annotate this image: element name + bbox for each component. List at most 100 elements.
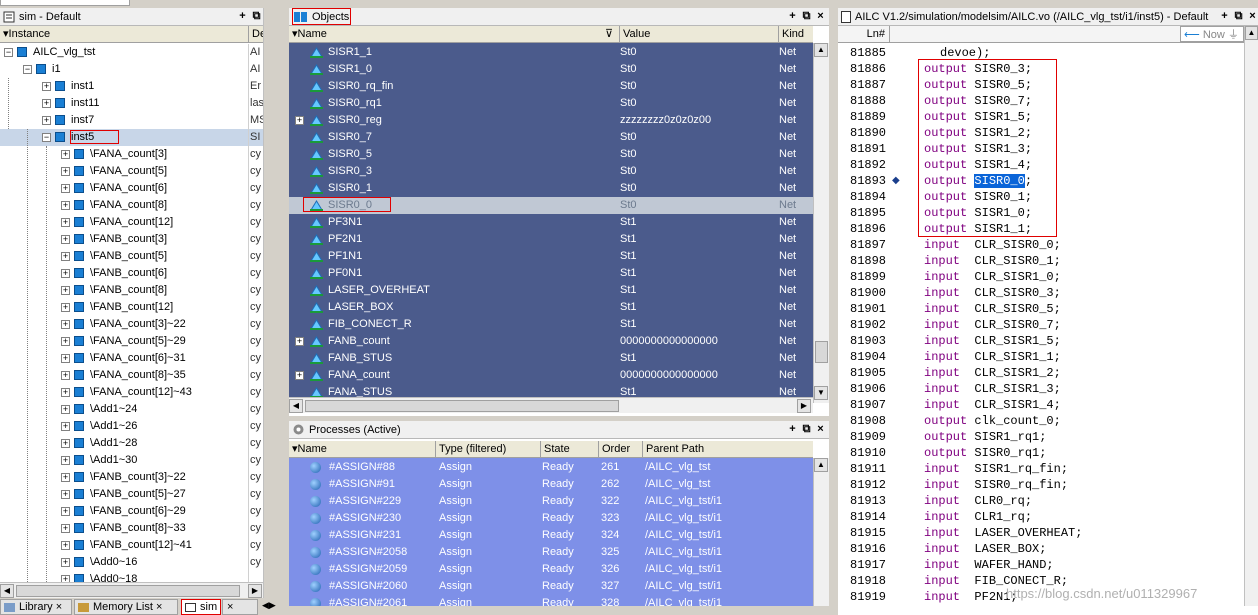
tree-row[interactable]: + inst7 MS	[0, 112, 263, 129]
tree-row[interactable]: + \Add1~30 cy	[0, 452, 263, 469]
tab-memory-list[interactable]: Memory List ×	[74, 599, 178, 615]
pane-add-icon[interactable]: +	[236, 10, 249, 23]
expand-icon[interactable]: +	[61, 150, 70, 159]
expand-icon[interactable]: +	[42, 82, 51, 91]
tree-row[interactable]: + \Add1~26 cy	[0, 418, 263, 435]
object-row[interactable]: SISR0_rq1 St0 Net	[289, 95, 813, 112]
col-instance[interactable]: ▾Instance	[0, 26, 249, 42]
expand-icon[interactable]: +	[61, 235, 70, 244]
expand-icon[interactable]: +	[295, 337, 304, 346]
expand-icon[interactable]: +	[61, 303, 70, 312]
tree-row[interactable]: + \FANB_count[5] cy	[0, 248, 263, 265]
tree-row[interactable]: + inst1 Er	[0, 78, 263, 95]
objects-vscroll[interactable]: ▲ ▼	[813, 43, 829, 403]
tree-row[interactable]: + \FANB_count[6]~29 cy	[0, 503, 263, 520]
expand-icon[interactable]: +	[61, 320, 70, 329]
sim-hscroll[interactable]: ◀ ▶	[0, 582, 263, 598]
selected-identifier[interactable]: SISR0_0	[974, 174, 1025, 188]
tree-row[interactable]: + \FANA_count[6]~31 cy	[0, 350, 263, 367]
object-row[interactable]: LASER_BOX St1 Net	[289, 299, 813, 316]
tab-sim[interactable]: sim	[181, 599, 221, 615]
pane-undock-icon[interactable]: ⧉	[1232, 10, 1245, 23]
expand-icon[interactable]: +	[61, 439, 70, 448]
scroll-thumb[interactable]	[305, 400, 619, 412]
processes-vscroll[interactable]: ▲	[813, 458, 829, 606]
pane-add-icon[interactable]: +	[786, 423, 799, 436]
expand-icon[interactable]: +	[61, 184, 70, 193]
tree-row[interactable]: + \Add0~16 cy	[0, 554, 263, 571]
scroll-up-icon[interactable]: ▲	[814, 458, 828, 472]
object-row[interactable]: PF0N1 St1 Net	[289, 265, 813, 282]
tree-row[interactable]: + \FANA_count[12]~43 cy	[0, 384, 263, 401]
tree-row[interactable]: + \FANB_count[12] cy	[0, 299, 263, 316]
pane-undock-icon[interactable]: ⧉	[800, 423, 813, 436]
scroll-right-icon[interactable]: ▶	[248, 584, 262, 598]
expand-icon[interactable]: +	[295, 116, 304, 125]
scroll-left-icon[interactable]: ◀	[289, 399, 303, 413]
scroll-thumb[interactable]	[16, 585, 240, 597]
now-control[interactable]: ⟵ Now ⏚	[1180, 26, 1244, 42]
expand-icon[interactable]: +	[61, 201, 70, 210]
pane-undock-icon[interactable]: ⧉	[800, 10, 813, 23]
now-step-icon[interactable]: ⏚	[1228, 29, 1239, 41]
tree-row[interactable]: − inst5 SI	[0, 129, 263, 146]
objects-hscroll[interactable]: ◀ ▶	[289, 397, 813, 413]
expand-icon[interactable]: +	[61, 286, 70, 295]
expand-icon[interactable]: +	[61, 337, 70, 346]
collapse-icon[interactable]: −	[42, 133, 51, 142]
expand-icon[interactable]: +	[61, 167, 70, 176]
source-code[interactable]: 81885 devoe); 81886 output SISR0_3; 81887 out…	[838, 45, 1244, 605]
expand-icon[interactable]: +	[42, 116, 51, 125]
col-value[interactable]: Value	[620, 26, 779, 42]
expand-icon[interactable]: +	[61, 354, 70, 363]
close-icon[interactable]: ×	[227, 601, 233, 613]
col-parent[interactable]: Parent Path	[643, 441, 813, 457]
col-name[interactable]: ▾Name ⊽	[289, 26, 620, 42]
tree-row[interactable]: + \FANB_count[6] cy	[0, 265, 263, 282]
process-row[interactable]: #ASSIGN#230 Assign Ready 323/AILC_vlg_tst/i…	[289, 510, 813, 527]
object-row[interactable]: SISR0_7 St0 Net	[289, 129, 813, 146]
object-row[interactable]: PF2N1 St1 Net	[289, 231, 813, 248]
tree-row[interactable]: + inst11 las	[0, 95, 263, 112]
expand-icon[interactable]: +	[61, 473, 70, 482]
expand-icon[interactable]: +	[61, 405, 70, 414]
object-row[interactable]: SISR0_5 St0 Net	[289, 146, 813, 163]
process-row[interactable]: #ASSIGN#2061 Assign Ready 328/AILC_vlg_tst/…	[289, 595, 813, 606]
arrow-left-icon[interactable]: ⟵	[1184, 29, 1200, 41]
close-icon[interactable]: ×	[56, 601, 62, 613]
expand-icon[interactable]: +	[42, 99, 51, 108]
close-icon[interactable]: ×	[156, 601, 162, 613]
object-row[interactable]: SISR0_0 St0 Net	[289, 197, 813, 214]
collapse-icon[interactable]: −	[23, 65, 32, 74]
object-row[interactable]: SISR0_rq_fin St0 Net	[289, 78, 813, 95]
tree-row[interactable]: + \Add1~28 cy	[0, 435, 263, 452]
object-row[interactable]: SISR1_1 St0 Net	[289, 44, 813, 61]
expand-icon[interactable]: +	[61, 524, 70, 533]
pane-add-icon[interactable]: +	[1218, 10, 1231, 23]
expand-icon[interactable]: +	[61, 218, 70, 227]
expand-icon[interactable]: +	[61, 558, 70, 567]
scroll-up-icon[interactable]: ▲	[1245, 26, 1258, 40]
object-row[interactable]: + FANA_count 0000000000000000 Net	[289, 367, 813, 384]
collapse-icon[interactable]: −	[4, 48, 13, 57]
splitter[interactable]	[263, 8, 277, 598]
tree-row[interactable]: + \FANA_count[8] cy	[0, 197, 263, 214]
col-proc-name[interactable]: ▾Name	[289, 441, 436, 457]
expand-icon[interactable]: +	[61, 269, 70, 278]
col-design[interactable]: De	[249, 26, 263, 42]
pane-add-icon[interactable]: +	[786, 10, 799, 23]
scroll-right-icon[interactable]: ▶	[797, 399, 811, 413]
tree-row[interactable]: + \FANA_count[5] cy	[0, 163, 263, 180]
tree-row[interactable]: + \FANA_count[12] cy	[0, 214, 263, 231]
process-row[interactable]: #ASSIGN#91 Assign Ready 262/AILC_vlg_tst	[289, 476, 813, 493]
tree-row[interactable]: + \Add1~24 cy	[0, 401, 263, 418]
object-row[interactable]: PF1N1 St1 Net	[289, 248, 813, 265]
tree-row[interactable]: + \FANA_count[6] cy	[0, 180, 263, 197]
tree-row[interactable]: + \FANB_count[3] cy	[0, 231, 263, 248]
tree-row[interactable]: + \FANB_count[8] cy	[0, 282, 263, 299]
process-row[interactable]: #ASSIGN#2059 Assign Ready 326/AILC_vlg_tst/…	[289, 561, 813, 578]
expand-icon[interactable]: +	[61, 507, 70, 516]
tree-row[interactable]: − i1 AI	[0, 61, 263, 78]
tree-row[interactable]: + \FANA_count[8]~35 cy	[0, 367, 263, 384]
process-row[interactable]: #ASSIGN#2058 Assign Ready 325/AILC_vlg_tst/…	[289, 544, 813, 561]
